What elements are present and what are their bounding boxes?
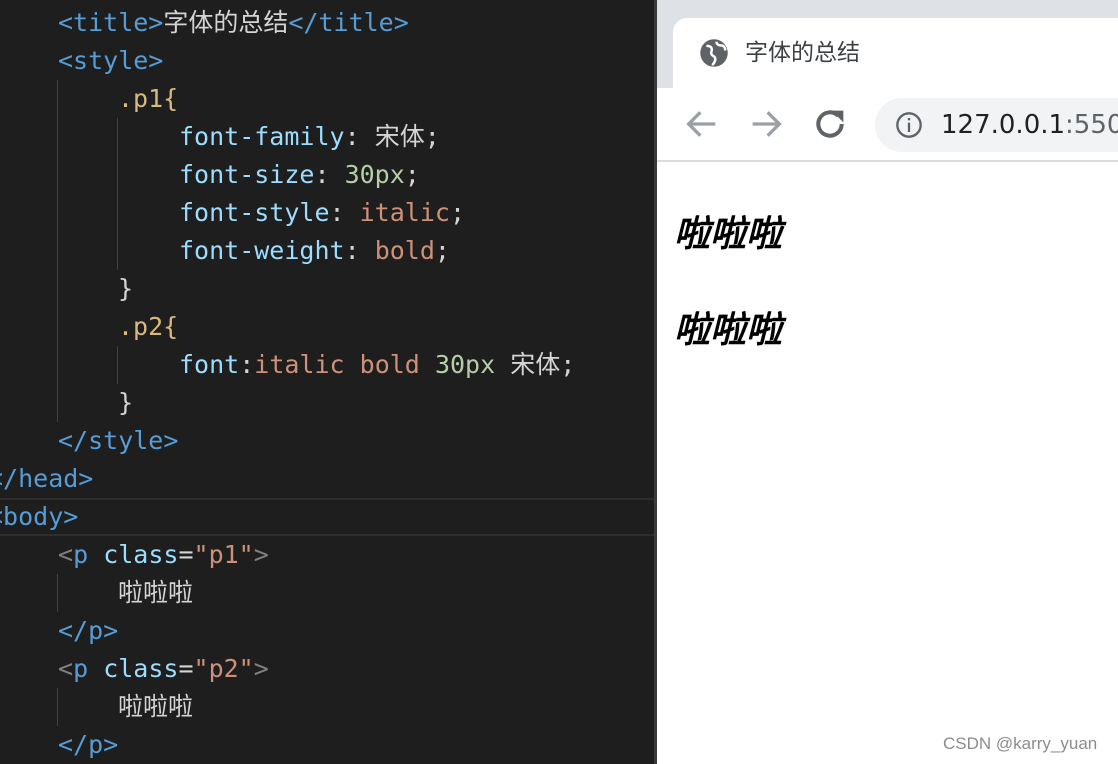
p2-class-value: "p2" (193, 654, 254, 683)
code-line-font-size[interactable]: font-size: 30px; (179, 156, 420, 194)
indent-guide (57, 80, 58, 422)
code-line-text2[interactable]: 啦啦啦 (118, 688, 193, 726)
class-attr: class (103, 654, 179, 683)
font-weight-value: bold (374, 236, 435, 265)
browser-toolbar: 127.0.0.1:5500 (657, 88, 1118, 162)
code-line-text1[interactable]: 啦啦啦 (118, 574, 193, 612)
code-line-p2-open[interactable]: <p class="p2"> (58, 650, 269, 688)
code-line-p1-selector[interactable]: .p1{ (118, 80, 178, 118)
close-brace: } (118, 274, 134, 303)
code-line-style-close[interactable]: </style> (58, 422, 178, 460)
browser-tab[interactable]: 字体的总结 × (673, 18, 1118, 88)
code-line-p-close[interactable]: </p> (58, 726, 118, 764)
font-family-prop: font-family (179, 122, 345, 151)
font-weight-token: bold (359, 350, 420, 379)
code-line-title[interactable]: <title>字体的总结</title> (58, 4, 409, 42)
rendered-paragraph-p1: 啦啦啦 (674, 213, 783, 255)
tab-title: 字体的总结 (745, 40, 860, 66)
code-line-close-brace[interactable]: } (118, 270, 133, 308)
title-open-tag: <title> (58, 8, 164, 37)
url-host: 127.0.0.1 (941, 110, 1066, 140)
font-style-value: italic (359, 198, 450, 227)
font-size-prop: font-size (179, 160, 315, 189)
p2-text: 啦啦啦 (118, 692, 194, 721)
font-size-value: 30px (344, 160, 405, 189)
watermark: CSDN @karry_yuan (943, 734, 1098, 753)
code-editor[interactable]: <title>字体的总结</title> <style> .p1{ font-f… (0, 0, 654, 764)
reload-icon[interactable] (810, 104, 850, 144)
back-arrow-icon[interactable] (682, 104, 722, 144)
code-line-font-style[interactable]: font-style: italic; (179, 194, 465, 232)
p-tag-name: p (73, 540, 89, 569)
url-text[interactable]: 127.0.0.1:5500 (941, 107, 1118, 143)
address-bar[interactable]: 127.0.0.1:5500 (875, 98, 1118, 152)
rendered-paragraph-p2: 啦啦啦 (674, 309, 783, 351)
head-close-tag: </head> (0, 464, 94, 493)
indent-guide (117, 346, 118, 384)
body-open-tag: <body> (0, 502, 79, 531)
code-line-head-close[interactable]: </head> (0, 460, 93, 498)
p1-selector: .p1{ (118, 84, 179, 113)
indent-guide (57, 688, 58, 726)
forward-arrow-icon[interactable] (746, 104, 786, 144)
font-style-prop: font-style (179, 198, 330, 227)
indent-guide (117, 118, 118, 270)
tab-strip: 字体的总结 × (657, 0, 1118, 88)
close-brace: } (118, 388, 134, 417)
font-weight-prop: font-weight (179, 236, 345, 265)
indent-guide (57, 574, 58, 612)
font-family-token: 宋体 (510, 350, 561, 379)
font-family-value: 宋体 (374, 122, 425, 151)
code-line-p-close[interactable]: </p> (58, 612, 118, 650)
class-attr: class (103, 540, 179, 569)
p-close-tag: </p> (58, 730, 119, 759)
font-size-token: 30px (434, 350, 496, 379)
code-line-font-shorthand[interactable]: font:italic bold 30px 宋体; (179, 346, 575, 384)
style-open-tag: <style> (58, 46, 164, 75)
url-port: :5500 (1065, 110, 1118, 140)
p-tag-name: p (73, 654, 89, 683)
browser-window: 字体的总结 × 127.0.0.1:5500 啦啦啦 啦啦啦 CSDN @kar… (654, 0, 1118, 764)
p1-text: 啦啦啦 (118, 578, 194, 607)
info-icon[interactable] (895, 111, 923, 139)
code-line-close-brace[interactable]: } (118, 384, 133, 422)
p1-class-value: "p1" (193, 540, 254, 569)
title-text: 字体的总结 (163, 8, 289, 37)
font-style-token: italic (254, 350, 345, 379)
style-close-tag: </style> (58, 426, 179, 455)
code-line-font-family[interactable]: font-family: 宋体; (179, 118, 440, 156)
title-close-tag: </title> (288, 8, 409, 37)
code-line-body-open[interactable]: <body> (0, 498, 78, 536)
code-line-p1-open[interactable]: <p class="p1"> (58, 536, 269, 574)
globe-icon (700, 39, 728, 67)
p-close-tag: </p> (58, 616, 119, 645)
code-line-style-open[interactable]: <style> (58, 42, 163, 80)
code-line-p2-selector[interactable]: .p2{ (118, 308, 178, 346)
font-prop: font (179, 350, 240, 379)
code-line-font-weight[interactable]: font-weight: bold; (179, 232, 450, 270)
page-content: 啦啦啦 啦啦啦 CSDN @karry_yuan (657, 162, 1118, 764)
current-line-highlight (0, 498, 654, 536)
p2-selector: .p2{ (118, 312, 179, 341)
